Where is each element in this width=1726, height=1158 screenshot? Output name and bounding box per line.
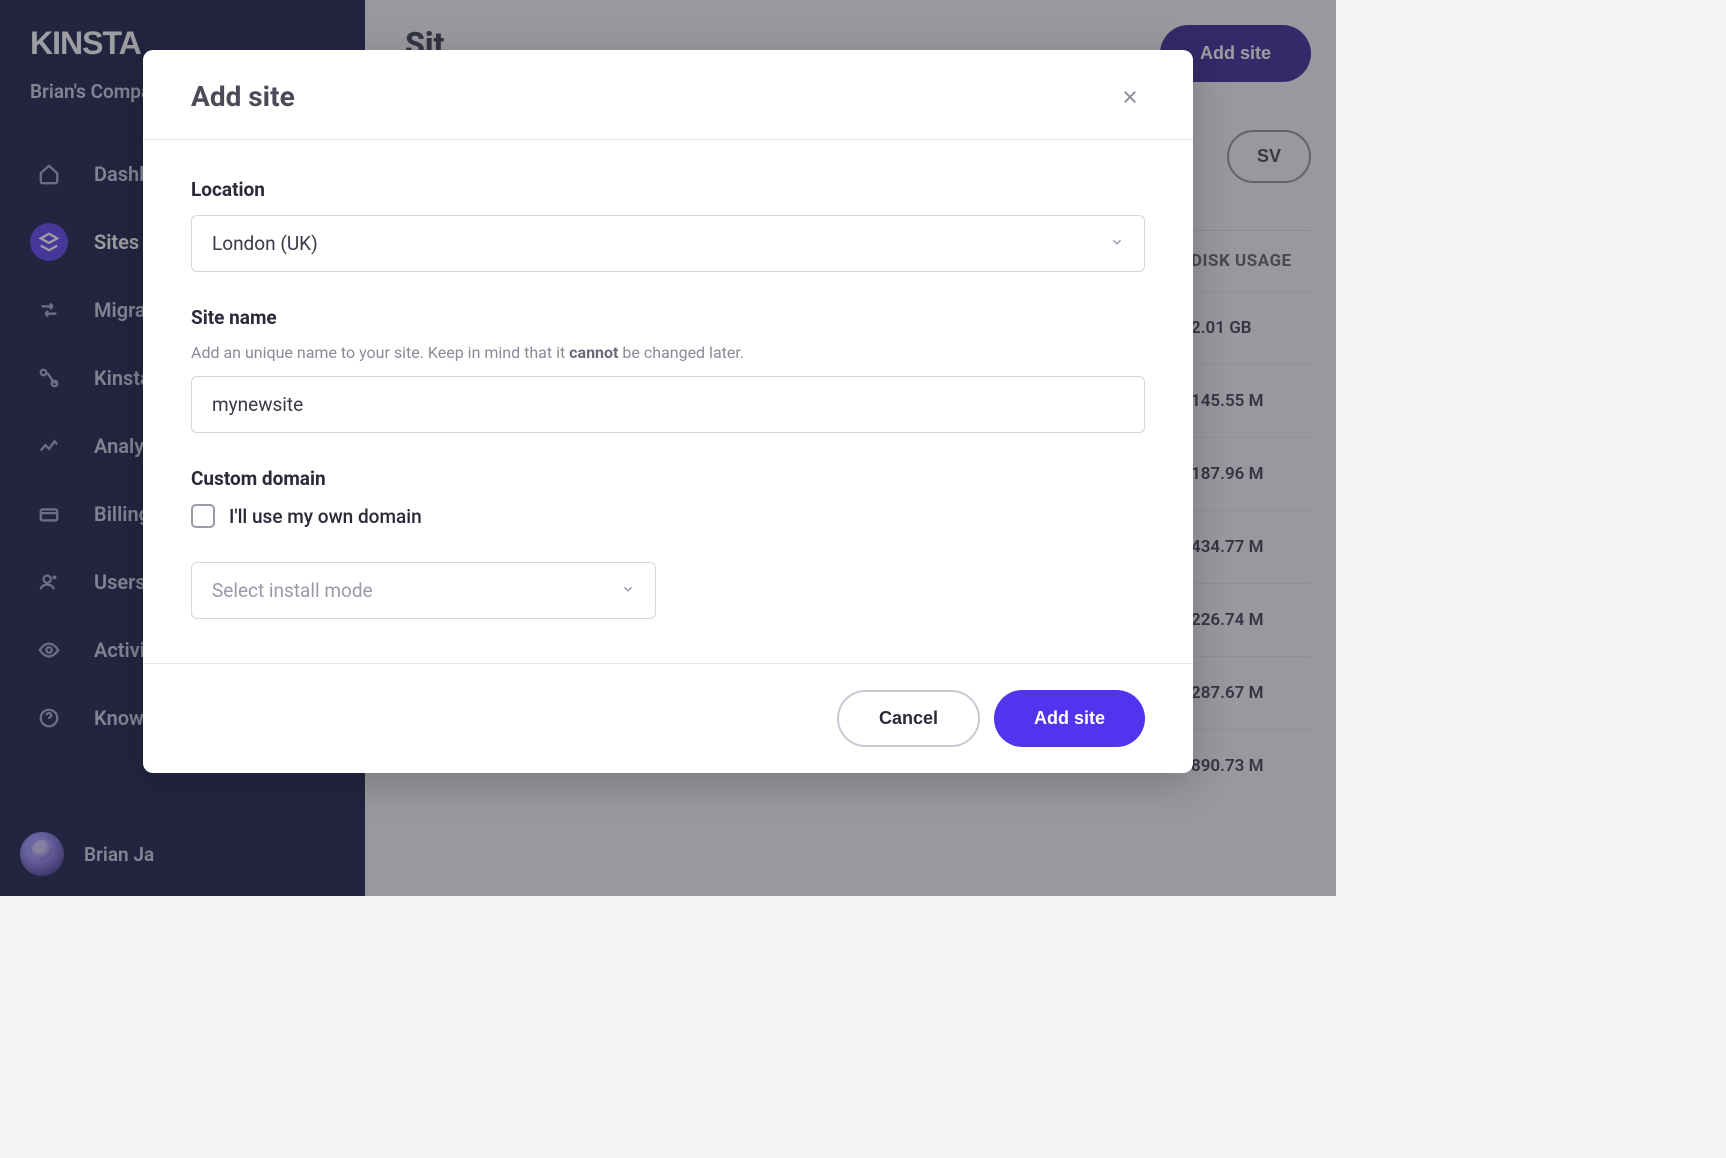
install-mode-placeholder: Select install mode bbox=[212, 579, 373, 602]
site-name-group: Site name Add an unique name to your sit… bbox=[191, 306, 1145, 433]
modal-header: Add site bbox=[143, 50, 1193, 140]
custom-domain-group: Custom domain I'll use my own domain bbox=[191, 467, 1145, 528]
modal-body: Location London (UK) Site name Add an un… bbox=[143, 140, 1193, 663]
site-name-label: Site name bbox=[191, 306, 1145, 329]
modal-footer: Cancel Add site bbox=[143, 663, 1193, 773]
chevron-down-icon bbox=[621, 582, 635, 600]
own-domain-checkbox-label: I'll use my own domain bbox=[229, 505, 422, 528]
add-site-modal: Add site Location London (UK) Site name … bbox=[143, 50, 1193, 773]
location-label: Location bbox=[191, 178, 1145, 201]
install-mode-select[interactable]: Select install mode bbox=[191, 562, 656, 619]
modal-title: Add site bbox=[191, 80, 295, 113]
close-icon[interactable] bbox=[1115, 82, 1145, 112]
modal-overlay[interactable]: Add site Location London (UK) Site name … bbox=[0, 0, 1336, 896]
site-name-input[interactable] bbox=[191, 376, 1145, 433]
location-select[interactable]: London (UK) bbox=[191, 215, 1145, 272]
site-name-hint: Add an unique name to your site. Keep in… bbox=[191, 343, 1145, 362]
own-domain-checkbox[interactable] bbox=[191, 504, 215, 528]
location-value: London (UK) bbox=[212, 232, 318, 255]
add-site-button[interactable]: Add site bbox=[994, 690, 1145, 747]
install-mode-group: Select install mode bbox=[191, 562, 1145, 619]
chevron-down-icon bbox=[1110, 235, 1124, 253]
own-domain-checkbox-row[interactable]: I'll use my own domain bbox=[191, 504, 1145, 528]
cancel-button[interactable]: Cancel bbox=[837, 690, 980, 747]
custom-domain-label: Custom domain bbox=[191, 467, 1145, 490]
location-group: Location London (UK) bbox=[191, 178, 1145, 272]
